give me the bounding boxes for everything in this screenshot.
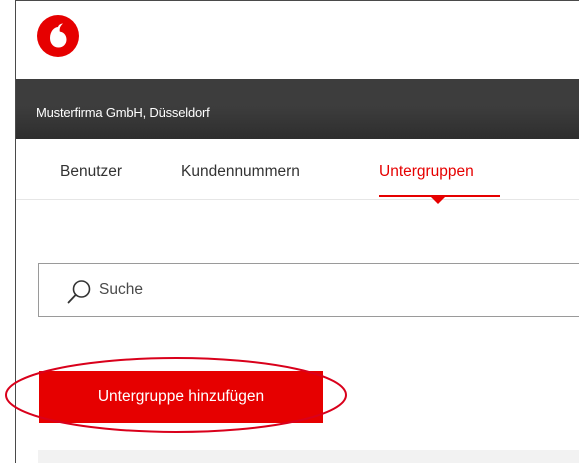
search-icon <box>67 280 91 304</box>
app-window: Musterfirma GmbH, Düsseldorf Benutzer Ku… <box>15 0 579 463</box>
tab-benutzer[interactable]: Benutzer <box>60 163 122 181</box>
company-name: Musterfirma GmbH, Düsseldorf <box>36 105 210 120</box>
search-input[interactable] <box>99 265 579 315</box>
add-subgroup-button[interactable]: Untergruppe hinzufügen <box>39 371 323 423</box>
tab-bar: Benutzer Kundennummern Untergruppen <box>16 139 579 204</box>
active-tab-caret-icon <box>431 197 445 204</box>
search-box[interactable] <box>38 263 579 317</box>
tab-untergruppen[interactable]: Untergruppen <box>379 163 474 181</box>
list-header-row <box>38 450 579 463</box>
tab-kundennummern[interactable]: Kundennummern <box>181 163 300 181</box>
vodafone-logo-icon[interactable] <box>37 14 79 58</box>
company-bar: Musterfirma GmbH, Düsseldorf <box>16 79 579 139</box>
